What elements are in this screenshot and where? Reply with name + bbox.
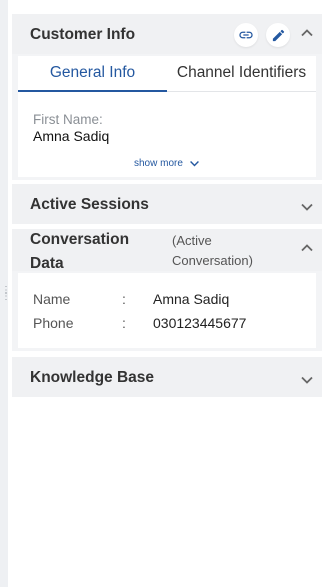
- show-more-link[interactable]: show more: [134, 158, 200, 169]
- conversation-data-panel: Conversation Data (Active Conversation) …: [12, 229, 322, 351]
- name-row-label: Name: [33, 291, 71, 307]
- active-sessions-header[interactable]: Active Sessions: [12, 184, 322, 224]
- show-more-label: show more: [134, 158, 183, 169]
- chevron-up-icon[interactable]: [300, 26, 314, 40]
- name-row-separator: :: [122, 291, 126, 307]
- tab-general-info[interactable]: General Info: [18, 56, 167, 92]
- first-name-value: Amna Sadiq: [33, 128, 110, 144]
- phone-row-value: 030123445677: [153, 315, 247, 331]
- chevron-down-icon[interactable]: [300, 200, 314, 214]
- first-name-label: First Name:: [33, 112, 103, 127]
- knowledge-base-title: Knowledge Base: [30, 369, 155, 386]
- customer-info-panel: Customer Info General Info Channel Ident…: [12, 14, 322, 180]
- knowledge-base-header[interactable]: Knowledge Base: [12, 357, 322, 397]
- chevron-down-icon[interactable]: [300, 373, 314, 387]
- tab-channel-identifiers[interactable]: Channel Identifiers: [167, 56, 316, 90]
- pencil-icon[interactable]: [266, 23, 290, 47]
- chevron-down-icon: [189, 161, 199, 167]
- link-icon[interactable]: [234, 23, 258, 47]
- conversation-data-header[interactable]: Conversation Data (Active Conversation): [12, 229, 322, 272]
- conversation-data-body: [18, 273, 316, 348]
- phone-row-separator: :: [122, 315, 126, 331]
- customer-info-title: Customer Info: [30, 26, 136, 43]
- phone-row-label: Phone: [33, 315, 74, 331]
- active-sessions-title: Active Sessions: [30, 196, 149, 213]
- conversation-data-title-line2: Data: [30, 255, 64, 272]
- conversation-subtitle-line1: (Active: [172, 233, 212, 248]
- customer-info-tabs: General Info Channel Identifiers: [18, 56, 316, 92]
- name-row-value: Amna Sadiq: [153, 291, 230, 307]
- drag-handle-icon[interactable]: ⋮⋮ ⋮⋮: [1, 286, 20, 314]
- customer-info-header[interactable]: Customer Info: [12, 14, 322, 54]
- conversation-subtitle-line2: Conversation): [172, 253, 253, 268]
- conversation-data-title-line1: Conversation: [30, 231, 130, 248]
- chevron-up-icon[interactable]: [300, 241, 314, 255]
